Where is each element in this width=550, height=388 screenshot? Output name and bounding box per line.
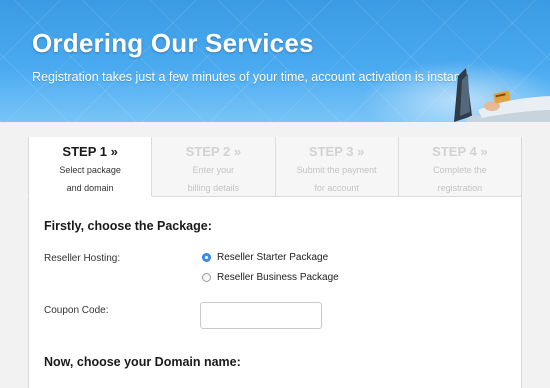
step-4-title: STEP 4 »	[432, 144, 488, 159]
step-2-desc-line2: billing details	[187, 183, 240, 193]
page-title: Ordering Our Services	[32, 28, 314, 58]
step-1-title: STEP 1 »	[62, 144, 118, 159]
hero-banner: Ordering Our Services Registration takes…	[0, 0, 550, 122]
step-1-desc-line2: and domain	[66, 183, 114, 193]
step-3-tab[interactable]: STEP 3 » Submit the payment for account	[275, 137, 399, 197]
radio-business-package[interactable]	[202, 273, 211, 282]
step-1-desc-line1: Select package	[59, 165, 121, 175]
step-4-desc-line1: Complete the	[433, 165, 487, 175]
laptop-payment-photo	[454, 68, 550, 122]
step-tabs: STEP 1 » Select package and domain STEP …	[28, 137, 522, 197]
step-3-desc-line2: for account	[314, 183, 359, 193]
step-2-desc-line1: Enter your	[192, 165, 235, 175]
business-package-label: Reseller Business Package	[217, 272, 339, 283]
starter-package-label: Reseller Starter Package	[217, 252, 329, 263]
step-2-title: STEP 2 »	[185, 144, 242, 159]
business-package-option[interactable]: Reseller Business Package	[202, 272, 339, 283]
step-2-tab[interactable]: STEP 2 » Enter your billing details	[152, 137, 276, 197]
radio-starter-package[interactable]	[202, 253, 211, 262]
step-3-title: STEP 3 »	[308, 144, 365, 159]
coupon-code-input[interactable]	[200, 302, 322, 329]
reseller-hosting-label: Reseller Hosting:	[44, 253, 121, 264]
starter-package-option[interactable]: Reseller Starter Package	[202, 252, 328, 263]
step-4-desc-line2: registration	[437, 183, 483, 193]
step-1-tab[interactable]: STEP 1 » Select package and domain	[28, 137, 153, 197]
step-4-tab[interactable]: STEP 4 » Complete the registration	[398, 137, 522, 197]
package-heading: Firstly, choose the Package:	[44, 219, 212, 233]
domain-heading: Now, choose your Domain name:	[44, 355, 241, 369]
coupon-code-label: Coupon Code:	[44, 305, 109, 316]
step-3-desc-line1: Submit the payment	[296, 165, 377, 175]
page-subtitle: Registration takes just a few minutes of…	[32, 70, 468, 84]
